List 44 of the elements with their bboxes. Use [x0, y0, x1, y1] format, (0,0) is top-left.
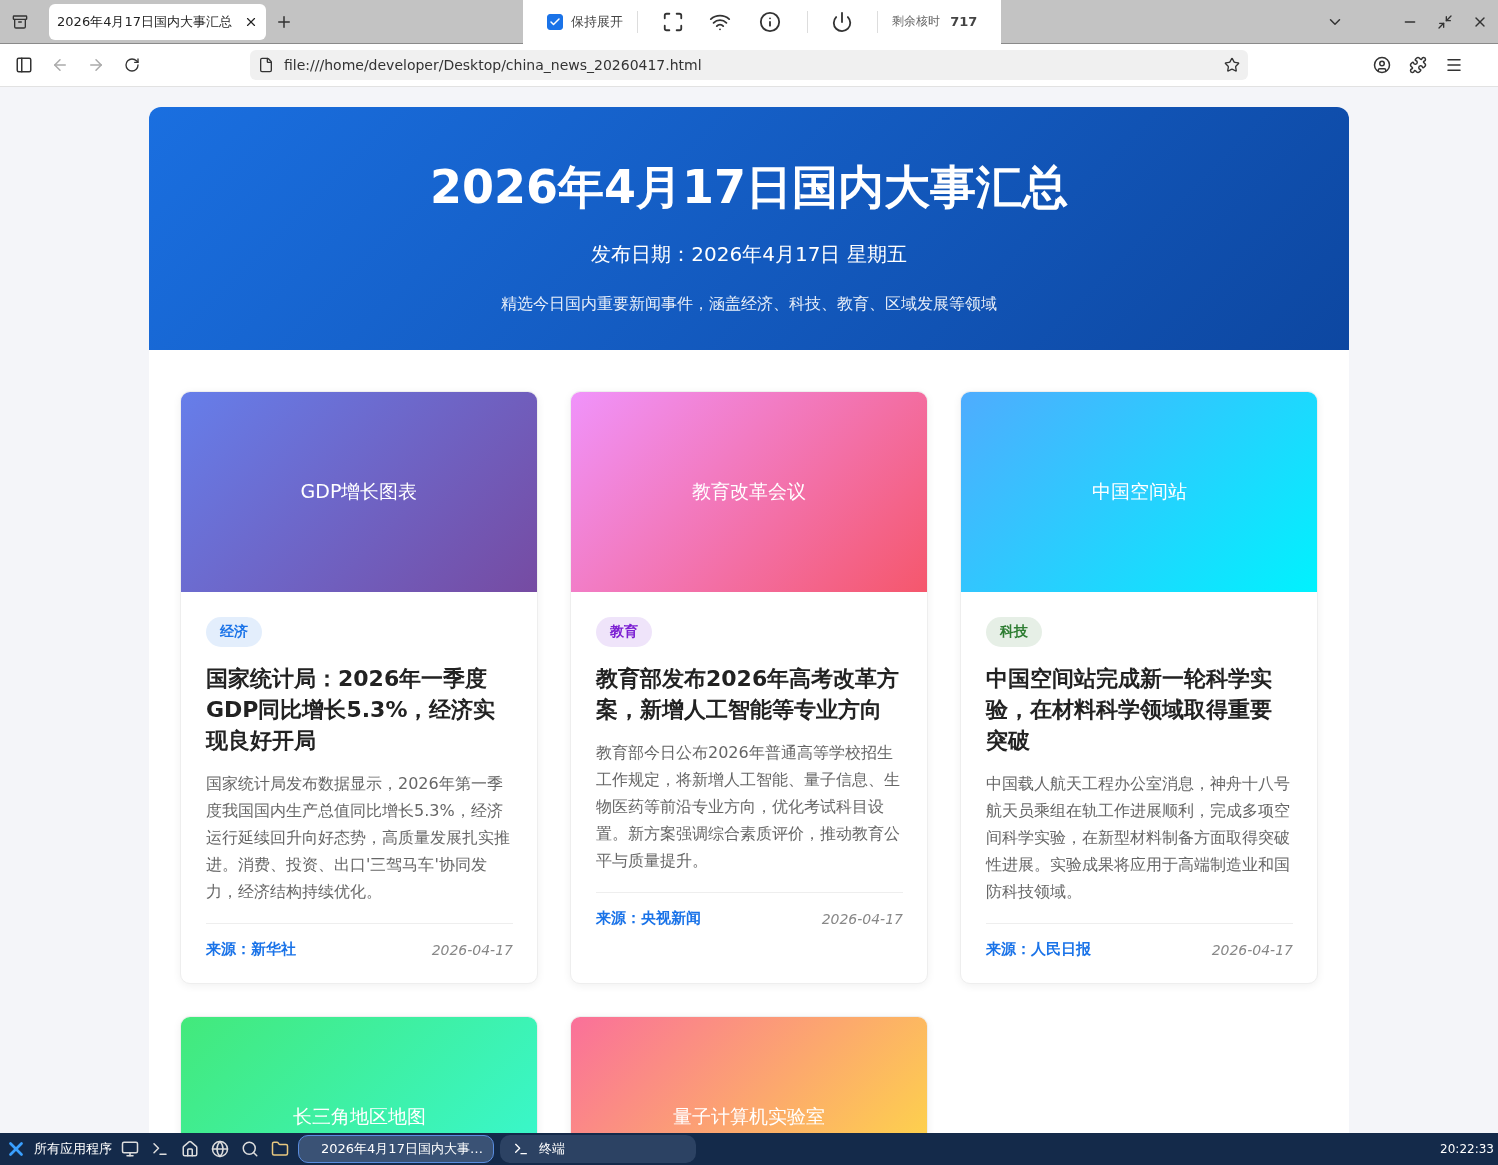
- news-title: 国家统计局：2026年一季度GDP同比增长5.3%，经济实现良好开局: [206, 665, 497, 755]
- page-title: 2026年4月17日国内大事汇总: [429, 159, 1069, 216]
- image-label: GDP增长图表: [300, 479, 418, 504]
- checkbox[interactable]: [547, 13, 563, 30]
- news-summary: 国家统计局发布数据显示，2026年第一季度我国国内生产总值同比增长5.3%，经济运行延续回升向好态势，高质量发展扎实推进。消费、投资、出口'三驾马车'协同发力，经济结构持续优化。: [206, 773, 511, 903]
- news-summary: 教育部今日公布2026年普通高等学校招生工作规定，将新增人工智能、量子信息、生物医药等前沿专业方向，优化考试科目设置。新方案强调综合素质评价，推动教育公平与质量提升。: [596, 742, 901, 872]
- taskbar-task[interactable]: 终端: [500, 1135, 696, 1163]
- taskbar-task[interactable]: 2026年4月17日国内大事…: [298, 1135, 494, 1163]
- remaining-label: 剩余核时: [892, 13, 941, 30]
- image-label: 中国空间站: [1091, 479, 1187, 504]
- task-label: 终端: [539, 1140, 565, 1158]
- news-source: 来源：人民日报: [986, 940, 1091, 959]
- clock: 20:22:33: [1440, 1142, 1494, 1156]
- image-label: 长三角地区地图: [292, 1104, 426, 1129]
- news-summary: 中国载人航天工程办公室消息，神舟十八号航天员乘组在轨工作进展顺利，完成多项空间科学实验，在新型材料制备方面取得突破性进展。实验成果将应用于高端制造业和国防科技领域。: [986, 773, 1291, 903]
- remaining-value: 717: [950, 14, 978, 29]
- checkbox-label: 保持展开: [570, 12, 623, 31]
- check-icon: [549, 15, 562, 28]
- publish-date: 发布日期：2026年4月17日 星期五: [591, 241, 907, 268]
- browser-tab[interactable]: 2026年4月17日国内大事汇总: [49, 3, 267, 40]
- news-source: 来源：新华社: [206, 940, 296, 959]
- tab-title: 2026年4月17日国内大事汇总: [57, 12, 232, 31]
- news-date: 2026-04-17: [821, 910, 903, 927]
- news-card[interactable]: 中国空间站 科技 中国空间站完成新一轮科学实验，在材料科学领域取得重要突破 中国载人航天工程办公室消息，神舟十八号航天员乘组在轨工作进展顺利，完成多项空间科学实验，在新型材料制备方面取得突破性进展。实验成果将应用于高端制造业和国防科技领域。 来源：人民日报 2026-04-17: [960, 391, 1318, 984]
- news-title: 教育部发布2026年高考改革方案，新增人工智能等专业方向: [596, 665, 901, 724]
- task-label: 2026年4月17日国内大事…: [321, 1140, 483, 1158]
- start-menu-label[interactable]: 所有应用程序: [34, 1140, 112, 1158]
- address-bar[interactable]: file:///home/developer/Desktop/china_news_20260417.html: [250, 50, 1248, 80]
- news-date: 2026-04-17: [1211, 941, 1293, 958]
- page-icon: [258, 57, 274, 73]
- page-subtitle: 精选今日国内重要新闻事件，涵盖经济、科技、教育、区域发展等领域: [501, 294, 997, 315]
- news-card[interactable]: 教育改革会议 教育 教育部发布2026年高考改革方案，新增人工智能等专业方向 教育部今日公布2026年普通高等学校招生工作规定，将新增人工智能、量子信息、生物医药等前沿专业方向，优化考试科目设置。新方案强调综合素质评价，推动教育公平与质量提升。 来源：央视新闻 2026-04-17: [570, 391, 928, 984]
- image-label: 量子计算机实验室: [673, 1104, 825, 1129]
- category-tag: 教育: [596, 617, 652, 647]
- news-date: 2026-04-17: [431, 941, 513, 958]
- url-text: file:///home/developer/Desktop/china_news_20260417.html: [284, 57, 703, 73]
- terminal-icon: [513, 1141, 529, 1157]
- category-tag: 经济: [206, 617, 262, 647]
- news-source: 来源：央视新闻: [596, 909, 701, 928]
- image-label: 教育改革会议: [692, 479, 806, 504]
- news-title: 中国空间站完成新一轮科学实验，在材料科学领域取得重要突破: [986, 665, 1273, 755]
- news-card[interactable]: GDP增长图表 经济 国家统计局：2026年一季度GDP同比增长5.3%，经济实现良好开局 国家统计局发布数据显示，2026年第一季度我国国内生产总值同比增长5.3%，经济运行延续回升向好态势，高质量发展扎实推进。消费、投资、出口'三驾马车'协同发力，经济结构持续优化。 来源：新华社 2026-04-17: [180, 391, 538, 984]
- category-tag: 科技: [986, 617, 1042, 647]
- bookmark-star-icon[interactable]: [1224, 57, 1240, 73]
